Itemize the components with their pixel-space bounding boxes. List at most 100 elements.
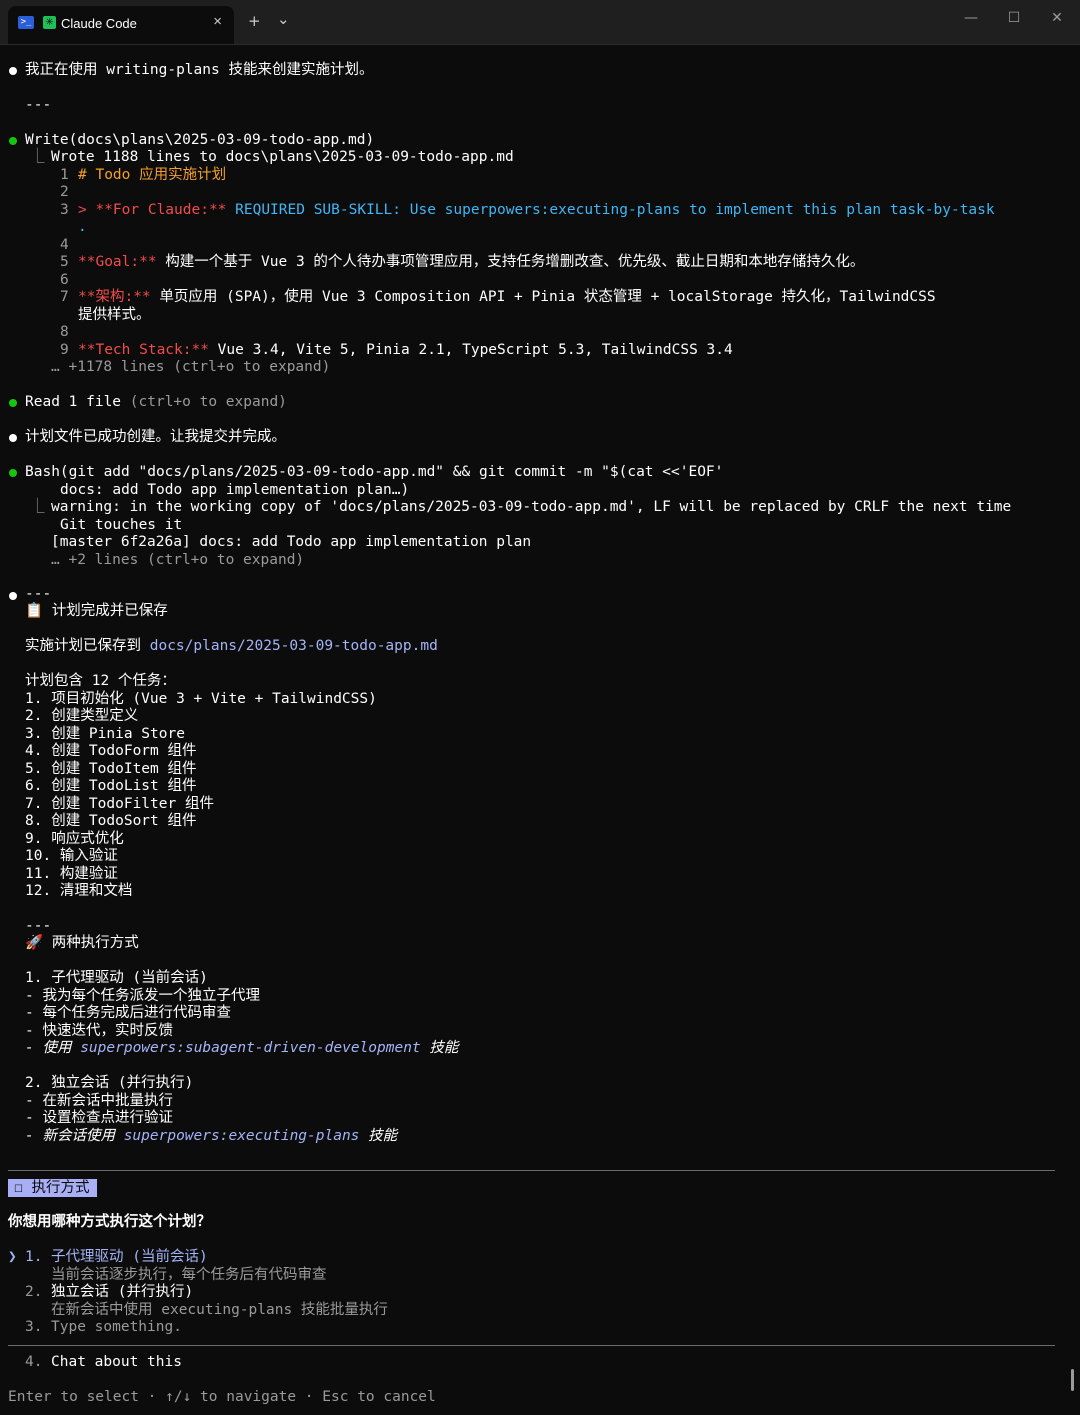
line-number: 7 xyxy=(60,289,69,305)
rocket-icon: 🚀 xyxy=(25,935,44,951)
file-line: **Tech Stack:** Vue 3.4, Vite 5, Pinia 2… xyxy=(78,342,733,360)
mode-title: 1. 子代理驱动 (当前会话) xyxy=(25,970,208,986)
list-item: - 在新会话中批量执行 xyxy=(25,1093,173,1109)
file-text: Vue 3.4, Vite 5, Pinia 2.1, TypeScript 5… xyxy=(208,342,733,358)
question-header-badge: ☐ 执行方式 xyxy=(8,1179,98,1197)
expand-hint[interactable]: … +1178 lines (ctrl+o to expand) xyxy=(51,359,330,377)
file-line: 提供样式。 xyxy=(78,307,151,323)
bold-label: **Goal:** xyxy=(78,254,157,270)
message-text: 我正在使用 writing-plans 技能来创建实施计划。 xyxy=(25,62,374,78)
terminal[interactable]: 我正在使用 writing-plans 技能来创建实施计划。 --- Write… xyxy=(0,44,1074,1415)
minimize-button[interactable]: — xyxy=(951,10,991,26)
list-item: 10. 输入验证 xyxy=(25,848,118,864)
section-heading: 🚀 两种执行方式 xyxy=(25,935,139,953)
bold-label: > **For Claude:** xyxy=(78,202,227,218)
message-bullet xyxy=(9,67,17,75)
option-3-type-something[interactable]: Type something. xyxy=(51,1319,182,1337)
new-tab-button[interactable]: + xyxy=(248,12,261,30)
read-line: Read 1 file (ctrl+o to expand) xyxy=(25,394,287,412)
read-count: 1 file xyxy=(68,394,122,410)
separator: --- xyxy=(25,97,52,113)
list-item: 6. 创建 TodoList 组件 xyxy=(25,778,197,794)
message-bullet xyxy=(9,434,17,442)
option-number: 1. xyxy=(25,1249,43,1265)
file-line: # Todo 应用实施计划 xyxy=(78,167,227,183)
list-text: 使用 xyxy=(42,1040,81,1056)
list-item: 3. 创建 Pinia Store xyxy=(25,726,185,742)
line-number: 1 xyxy=(60,167,69,183)
tab-title: Claude Code xyxy=(61,16,137,31)
list-item: 4. 创建 TodoForm 组件 xyxy=(25,743,197,759)
tool-done-bullet xyxy=(9,399,17,407)
close-tab-icon[interactable]: × xyxy=(213,13,222,30)
option-number: 3. xyxy=(25,1319,43,1335)
list-text: 技能 xyxy=(359,1128,398,1144)
bash-command-cont: docs: add Todo app implementation plan…) xyxy=(60,482,410,498)
file-line: **Goal:** 构建一个基于 Vue 3 的个人待办事项管理应用，支持任务增… xyxy=(78,254,864,272)
tool-done-bullet xyxy=(9,469,17,477)
list-dash: - xyxy=(25,1128,43,1144)
option-2-independent-session[interactable]: 独立会话 (并行执行) xyxy=(51,1284,193,1302)
close-window-button[interactable]: ✕ xyxy=(1037,10,1077,26)
bold-label: **架构:** xyxy=(78,289,151,305)
separator: --- xyxy=(25,918,52,934)
bold-label: **Tech Stack:** xyxy=(78,342,209,358)
file-text: 单页应用 (SPA)，使用 Vue 3 Composition API + Pi… xyxy=(150,289,936,305)
list-item: 12. 清理和文档 xyxy=(25,883,133,899)
list-item: 1. 项目初始化 (Vue 3 + Vite + TailwindCSS) xyxy=(25,691,377,707)
write-command: Write(docs\plans\2025-03-09-todo-app.md) xyxy=(25,132,375,148)
message-text: 计划文件已成功创建。让我提交并完成。 xyxy=(25,429,286,445)
mode-title: 2. 独立会话 (并行执行) xyxy=(25,1075,194,1091)
file-line: . xyxy=(78,219,87,235)
tab-claude-code[interactable]: >_ ✳ Claude Code × xyxy=(8,6,234,44)
tool-done-bullet xyxy=(9,137,17,145)
skill-name: superpowers:subagent-driven-development xyxy=(80,1040,421,1056)
list-item: - 设置检查点进行验证 xyxy=(25,1110,173,1126)
file-text: 构建一个基于 Vue 3 的个人待办事项管理应用，支持任务增删改查、优先级、截止… xyxy=(156,254,865,270)
divider xyxy=(8,1345,1055,1346)
divider xyxy=(8,1170,1055,1171)
list-text: 新会话使用 xyxy=(42,1128,124,1144)
file-text: REQUIRED SUB-SKILL: Use superpowers:exec… xyxy=(226,202,995,218)
line-number: 4 xyxy=(60,237,69,253)
file-path-link[interactable]: docs/plans/2025-03-09-todo-app.md xyxy=(150,638,438,654)
expand-hint[interactable]: (ctrl+o to expand) xyxy=(121,394,287,410)
section-title: 计划完成并已保存 xyxy=(51,603,168,619)
line-number: 3 xyxy=(60,202,69,218)
file-line: **架构:** 单页应用 (SPA)，使用 Vue 3 Composition … xyxy=(78,289,936,307)
option-description: 当前会话逐步执行，每个任务后有代码审查 xyxy=(51,1267,327,1283)
bash-output: [master 6f2a26a] docs: add Todo app impl… xyxy=(51,534,532,550)
list-item: 2. 创建类型定义 xyxy=(25,708,139,724)
list-item: 8. 创建 TodoSort 组件 xyxy=(25,813,197,829)
list-item: 9. 响应式优化 xyxy=(25,831,124,847)
list-item: - 新会话使用 superpowers:executing-plans 技能 xyxy=(25,1128,397,1146)
write-result: Wrote 1188 lines to docs\plans\2025-03-0… xyxy=(51,149,514,165)
option-number: 2. xyxy=(25,1284,43,1300)
list-item: - 我为每个任务派发一个独立子代理 xyxy=(25,988,260,1004)
option-description: 在新会话中使用 executing-plans 技能批量执行 xyxy=(51,1302,388,1318)
bash-output: Git touches it xyxy=(60,517,183,533)
selection-cursor-icon: ❯ xyxy=(8,1249,17,1265)
saved-label: 实施计划已保存到 xyxy=(25,638,150,654)
powershell-icon: >_ xyxy=(18,16,34,29)
scrollbar[interactable] xyxy=(1071,1369,1074,1391)
list-item: 11. 构建验证 xyxy=(25,866,118,882)
list-item: - 使用 superpowers:subagent-driven-develop… xyxy=(25,1040,458,1058)
tree-connector: ⎿ xyxy=(30,499,45,515)
list-dash: - xyxy=(25,1040,43,1056)
maximize-button[interactable]: ☐ xyxy=(994,10,1034,26)
list-item: - 每个任务完成后进行代码审查 xyxy=(25,1005,231,1021)
section-title: 两种执行方式 xyxy=(51,935,139,951)
claude-icon: ✳ xyxy=(43,16,56,29)
bash-output: warning: in the working copy of 'docs/pl… xyxy=(51,499,1012,515)
skill-name: superpowers:executing-plans xyxy=(123,1128,360,1144)
message-bullet xyxy=(9,592,17,600)
section-heading: 📋 计划完成并已保存 xyxy=(25,603,168,621)
line-number: 8 xyxy=(60,324,69,340)
expand-hint[interactable]: … +2 lines (ctrl+o to expand) xyxy=(51,552,304,570)
chevron-down-icon[interactable]: ⌄ xyxy=(277,10,290,28)
option-1-subagent[interactable]: 子代理驱动 (当前会话) xyxy=(51,1249,208,1267)
option-4-chat[interactable]: Chat about this xyxy=(51,1354,182,1372)
line-number: 5 xyxy=(60,254,69,270)
question-text: 你想用哪种方式执行这个计划？ xyxy=(8,1214,211,1230)
